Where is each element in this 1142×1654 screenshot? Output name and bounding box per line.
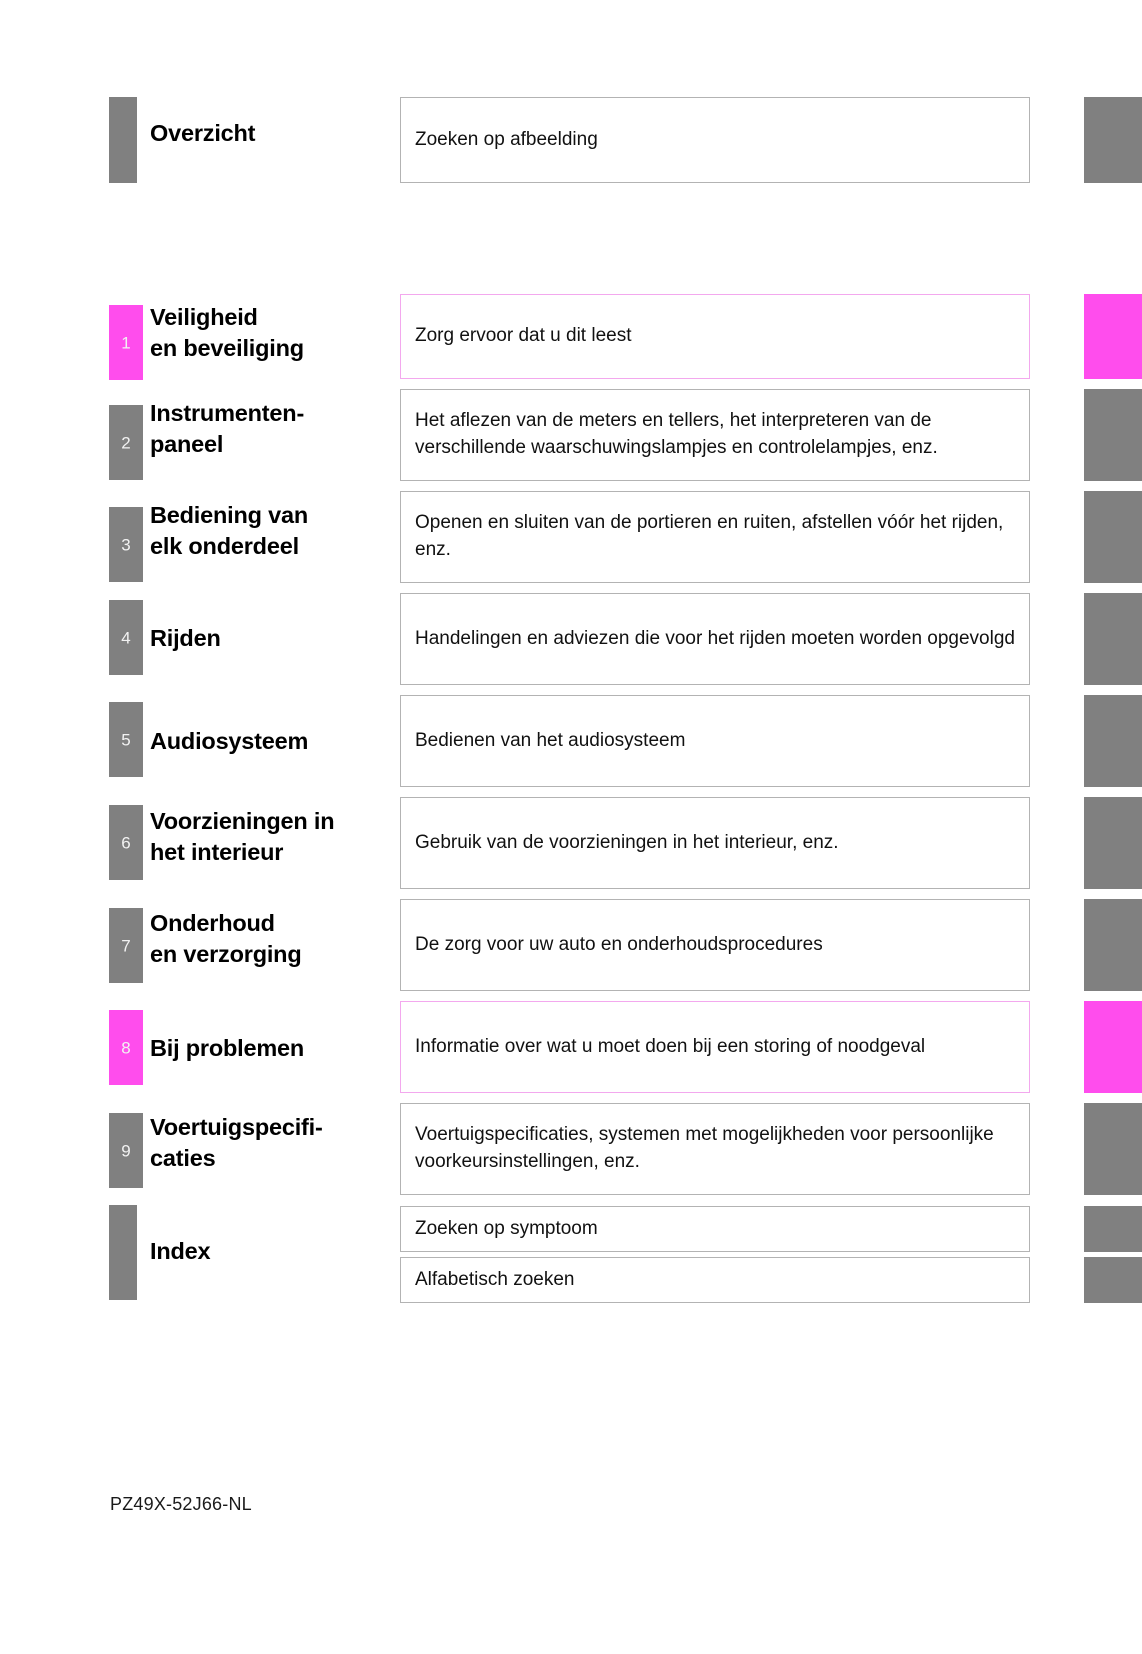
section-description-text: Handelingen en adviezen die voor het rij…: [415, 627, 1015, 649]
section-description-1[interactable]: Zorg ervoor dat u dit leest: [400, 294, 1030, 379]
section-title-5: Audiosysteem: [150, 728, 309, 754]
section-description-text: Voertuigspecificaties, systemen met moge…: [415, 1124, 994, 1172]
section-tab-number: 8: [121, 1038, 131, 1057]
section-description-4[interactable]: Handelingen en adviezen die voor het rij…: [400, 593, 1030, 685]
section-edge-marker-3: [1084, 491, 1142, 583]
section-description-text: Zorg ervoor dat u dit leest: [415, 325, 632, 347]
section-tab-overzicht[interactable]: [109, 97, 137, 183]
section-description-text: Het aflezen van de meters en tellers, he…: [415, 410, 938, 458]
section-edge-marker-2: [1084, 389, 1142, 481]
section-tab-index[interactable]: [109, 1205, 137, 1300]
index-edge-marker-2: [1084, 1257, 1142, 1303]
section-description-9[interactable]: Voertuigspecificaties, systemen met moge…: [400, 1103, 1030, 1195]
section-title-2: Instrumenten-paneel: [150, 400, 305, 458]
section-tab-5[interactable]: 5: [109, 702, 143, 777]
index-entry-text: Alfabetisch zoeken: [415, 1268, 575, 1290]
section-edge-marker-1: [1084, 294, 1142, 379]
section-edge-marker-6: [1084, 797, 1142, 889]
section-tab-number: 4: [121, 628, 131, 647]
index-entry-alfabetisch-zoeken[interactable]: Alfabetisch zoeken: [400, 1257, 1030, 1303]
section-tab-6[interactable]: 6: [109, 805, 143, 880]
section-title-1: Veiligheid en beveiliging: [150, 304, 304, 362]
section-description-6[interactable]: Gebruik van de voorzieningen in het inte…: [400, 797, 1030, 889]
section-tab-8[interactable]: 8: [109, 1010, 143, 1085]
section-title-4: Rijden: [150, 625, 221, 651]
section-title-index: Index: [150, 1238, 211, 1264]
section-tab-number: 5: [121, 730, 131, 749]
section-description-3[interactable]: Openen en sluiten van de portieren en ru…: [400, 491, 1030, 583]
section-description-overzicht[interactable]: Zoeken op afbeelding: [400, 97, 1030, 183]
document-code: PZ49X-52J66-NL: [110, 1494, 252, 1514]
section-tab-2[interactable]: 2: [109, 405, 143, 480]
section-description-text: Informatie over wat u moet doen bij een …: [415, 1035, 926, 1057]
section-description-text: De zorg voor uw auto en onderhoudsproced…: [415, 933, 823, 955]
index-entry-zoeken-op-symptoom[interactable]: Zoeken op symptoom: [400, 1206, 1030, 1252]
section-title-6: Voorzieningen in het interieur: [150, 808, 335, 866]
section-title-8: Bij problemen: [150, 1035, 305, 1061]
section-tab-4[interactable]: 4: [109, 600, 143, 675]
section-edge-marker-5: [1084, 695, 1142, 787]
section-title-3: Bediening van elk onderdeel: [150, 502, 309, 560]
section-edge-marker-7: [1084, 899, 1142, 991]
section-tab-number: 2: [121, 433, 131, 452]
section-edge-marker-overzicht: [1084, 97, 1142, 183]
section-description-text: Zoeken op afbeelding: [415, 128, 598, 150]
section-edge-marker-4: [1084, 593, 1142, 685]
section-tab-number: 9: [121, 1141, 131, 1160]
section-tab-number: 7: [121, 936, 131, 955]
section-tab-number: 6: [121, 833, 131, 852]
section-title-overzicht: Overzicht: [150, 120, 256, 146]
index-entry-text: Zoeken op symptoom: [415, 1217, 598, 1239]
section-description-5[interactable]: Bedienen van het audiosysteem: [400, 695, 1030, 787]
section-title-7: Onderhoud en verzorging: [150, 910, 302, 968]
section-tab-number: 3: [121, 535, 131, 554]
section-edge-marker-9: [1084, 1103, 1142, 1195]
manual-contents-page: Overzicht Zoeken op afbeelding 1 Veiligh…: [0, 0, 1142, 1654]
section-description-text: Bedienen van het audiosysteem: [415, 729, 686, 751]
section-edge-marker-8: [1084, 1001, 1142, 1093]
index-edge-marker-1: [1084, 1206, 1142, 1252]
section-tab-1[interactable]: 1: [109, 305, 143, 380]
section-title-9: Voertuigspecifi-caties: [150, 1114, 323, 1172]
section-tab-3[interactable]: 3: [109, 507, 143, 582]
section-description-7[interactable]: De zorg voor uw auto en onderhoudsproced…: [400, 899, 1030, 991]
section-tab-number: 1: [121, 333, 131, 352]
section-description-text: Gebruik van de voorzieningen in het inte…: [415, 831, 839, 853]
section-description-8[interactable]: Informatie over wat u moet doen bij een …: [400, 1001, 1030, 1093]
section-description-2[interactable]: Het aflezen van de meters en tellers, he…: [400, 389, 1030, 481]
section-tab-7[interactable]: 7: [109, 908, 143, 983]
section-tab-9[interactable]: 9: [109, 1113, 143, 1188]
section-description-text: Openen en sluiten van de portieren en ru…: [415, 512, 1004, 560]
